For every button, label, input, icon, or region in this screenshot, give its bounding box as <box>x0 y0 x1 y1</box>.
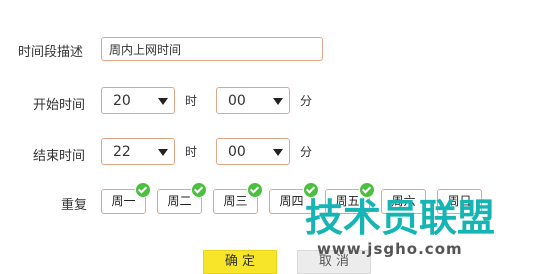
chevron-down-icon <box>158 149 168 156</box>
start-hour-value: 20 <box>113 93 131 109</box>
watermark-title: 技术员联盟 <box>305 196 496 240</box>
check-icon <box>135 182 151 198</box>
end-hour-unit: 时 <box>185 145 198 159</box>
chevron-down-icon <box>273 98 283 105</box>
check-icon <box>191 182 207 198</box>
check-icon <box>247 182 263 198</box>
start-hour-select[interactable]: 20 <box>101 87 175 114</box>
day-label: 周二 <box>167 194 192 208</box>
end-hour-select[interactable]: 22 <box>101 138 175 165</box>
day-label: 周三 <box>223 194 248 208</box>
start-minute-value: 00 <box>228 93 246 109</box>
end-minute-select[interactable]: 00 <box>216 138 290 165</box>
day-label: 周一 <box>111 194 136 208</box>
confirm-button[interactable]: 确 定 <box>203 250 277 274</box>
end-time-label: 结束时间 <box>33 149 86 164</box>
start-time-label: 开始时间 <box>33 98 86 113</box>
desc-label: 时间段描述 <box>18 45 84 60</box>
desc-input[interactable] <box>101 37 323 61</box>
repeat-label: 重复 <box>61 198 88 213</box>
chevron-down-icon <box>273 149 283 156</box>
day-toggle-mon[interactable]: 周一 <box>101 182 151 214</box>
watermark: 技术员联盟 www.jsgho.com <box>305 196 533 260</box>
end-minute-value: 00 <box>228 144 246 160</box>
start-minute-unit: 分 <box>300 94 313 108</box>
end-minute-unit: 分 <box>300 145 313 159</box>
day-toggle-tue[interactable]: 周二 <box>157 182 207 214</box>
day-toggle-wed[interactable]: 周三 <box>213 182 263 214</box>
day-label: 周四 <box>279 194 304 208</box>
end-hour-value: 22 <box>113 144 131 160</box>
chevron-down-icon <box>158 98 168 105</box>
start-hour-unit: 时 <box>185 94 198 108</box>
start-minute-select[interactable]: 00 <box>216 87 290 114</box>
watermark-url: www.jsgho.com <box>317 240 463 258</box>
